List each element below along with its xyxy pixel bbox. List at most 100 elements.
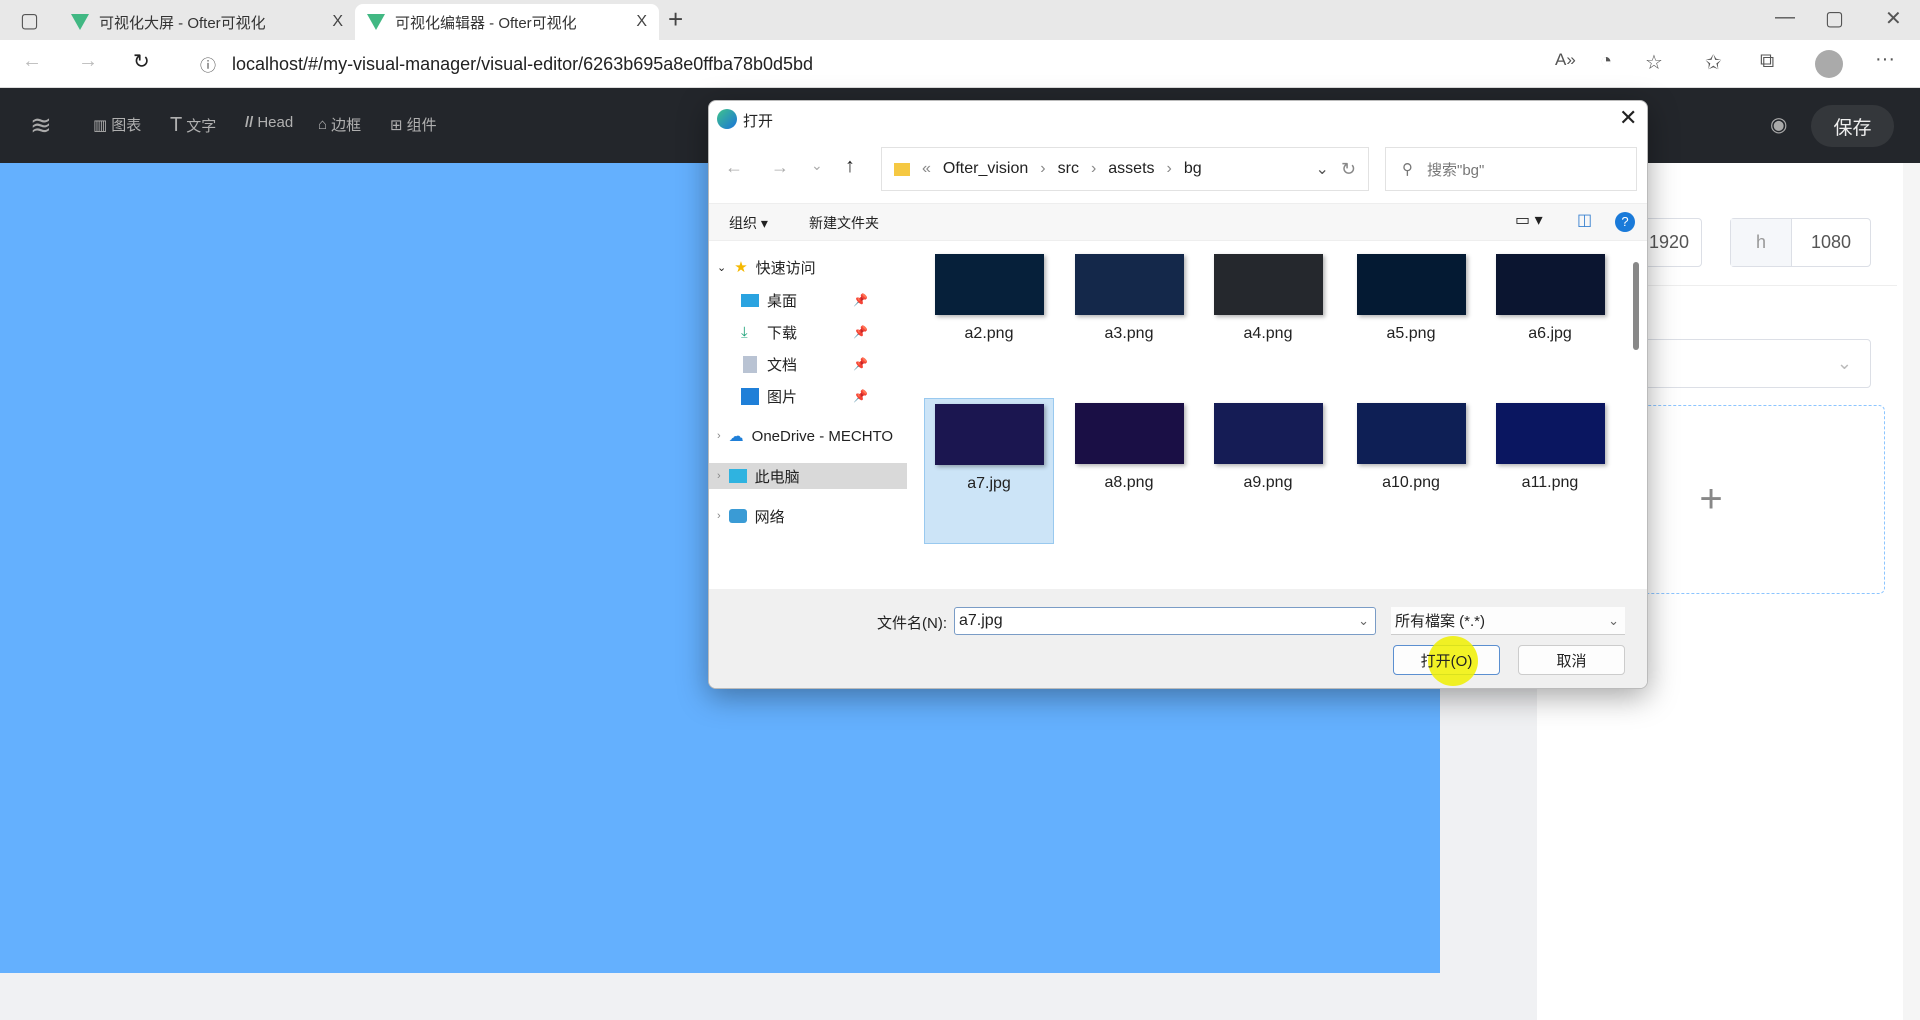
filename-input[interactable]: a7.jpg ⌄	[954, 607, 1376, 635]
toolbar-label: 边框	[331, 117, 362, 134]
favorites-icon[interactable]: ✩	[1705, 50, 1722, 75]
nav-this-pc[interactable]: › 此电脑	[709, 463, 907, 489]
nav-label: 下载	[767, 324, 798, 342]
file-tile[interactable]: a5.png	[1346, 249, 1476, 395]
help-icon[interactable]: ?	[1615, 212, 1635, 232]
toolbar-label: 文字	[186, 118, 217, 135]
minimize-icon[interactable]: —	[1775, 6, 1795, 29]
chevron-down-icon[interactable]: ⌄	[1316, 159, 1329, 179]
toolbar-border[interactable]: ⌂ 边框	[318, 114, 361, 135]
organize-button[interactable]: 组织 ▾	[729, 213, 768, 233]
preview-pane-icon[interactable]: ◫	[1577, 210, 1592, 230]
tab-visual-screen[interactable]: 可视化大屏 - Ofter可视化 X	[59, 4, 355, 40]
read-aloud-icon[interactable]: A»	[1555, 50, 1576, 70]
edge-logo-icon	[717, 109, 737, 129]
nav-network[interactable]: › 网络	[709, 503, 907, 529]
breadcrumb-item[interactable]: Ofter_vision	[943, 160, 1028, 178]
nav-desktop[interactable]: 桌面 📌	[709, 287, 907, 313]
scrollbar[interactable]	[1903, 163, 1920, 1020]
search-icon: ⚲	[1402, 161, 1413, 178]
open-file-dialog: 打开 ✕ ← → ⌄ ↑ « Ofter_vision › src › assets…	[708, 100, 1648, 689]
forward-icon[interactable]: →	[78, 50, 98, 73]
tab-actions-icon[interactable]: ▢	[20, 8, 39, 33]
nav-quick-access[interactable]: ⌄ ★ 快速访问	[709, 254, 907, 280]
file-tile[interactable]: a7.jpg	[924, 398, 1054, 544]
file-thumbnail	[1074, 254, 1184, 315]
close-window-icon[interactable]: ✕	[1885, 6, 1902, 31]
nav-label: 文档	[767, 356, 798, 374]
chevron-down-icon: ⌄	[1836, 353, 1852, 373]
plus-icon: +	[1699, 477, 1723, 521]
filename-value: a7.jpg	[959, 612, 1003, 629]
network-icon	[728, 509, 747, 523]
file-tile[interactable]: a8.png	[1064, 398, 1194, 544]
bar-chart-icon: ▥	[93, 116, 108, 134]
file-tile[interactable]: a10.png	[1346, 398, 1476, 544]
favorite-add-icon[interactable]: ☆	[1645, 50, 1663, 75]
file-name: a3.png	[1104, 325, 1154, 342]
breadcrumb-item[interactable]: assets	[1108, 160, 1154, 178]
file-type-value: 所有檔案 (*.*)	[1395, 613, 1486, 630]
cookie-icon[interactable]: ◔	[1600, 50, 1612, 73]
up-folder-icon[interactable]: ↑	[845, 155, 855, 178]
cancel-button[interactable]: 取消	[1518, 645, 1625, 675]
save-button[interactable]: 保存	[1811, 105, 1894, 147]
file-tile[interactable]: a2.png	[924, 249, 1054, 395]
new-tab-button[interactable]: +	[668, 4, 683, 35]
file-thumbnail	[1356, 403, 1466, 464]
reload-icon[interactable]: ↻	[133, 49, 150, 74]
refresh-icon[interactable]: ↻	[1341, 159, 1356, 180]
nav-label: 快速访问	[755, 259, 816, 277]
file-name: a4.png	[1243, 325, 1293, 342]
forward-icon[interactable]: →	[771, 157, 789, 178]
file-tile[interactable]: a9.png	[1203, 398, 1333, 544]
overflow-icon: «	[922, 160, 931, 177]
toolbar-chart[interactable]: ▥ 图表	[93, 114, 141, 135]
more-icon[interactable]: ···	[1875, 48, 1895, 71]
profile-avatar[interactable]	[1815, 50, 1843, 78]
file-tile[interactable]: a3.png	[1064, 249, 1194, 395]
nav-documents[interactable]: 文档 📌	[709, 351, 907, 377]
close-tab-icon[interactable]: X	[332, 13, 343, 31]
toolbar-component[interactable]: ⊞ 组件	[390, 114, 437, 135]
back-icon[interactable]: ←	[22, 50, 42, 73]
chevron-down-icon[interactable]: ⌄	[1358, 613, 1369, 629]
open-button[interactable]: 打开(O)	[1393, 636, 1500, 686]
layers-icon[interactable]: ≋	[30, 110, 52, 141]
file-tile[interactable]: a6.jpg	[1485, 249, 1615, 395]
cloud-icon: ☁	[728, 428, 744, 445]
breadcrumb[interactable]: « Ofter_vision › src › assets › bg ⌄ ↻	[881, 147, 1369, 191]
collections-icon[interactable]: ⧉	[1760, 50, 1774, 73]
nav-label: OneDrive - MECHTO	[751, 427, 894, 445]
breadcrumb-item[interactable]: src	[1058, 160, 1079, 178]
dialog-close-icon[interactable]: ✕	[1619, 105, 1637, 131]
preview-eye-icon[interactable]: ◉	[1770, 112, 1787, 137]
file-name: a5.png	[1386, 325, 1436, 342]
height-input[interactable]: h 1080	[1730, 218, 1871, 267]
file-name: a6.jpg	[1528, 325, 1572, 342]
recent-dropdown-icon[interactable]: ⌄	[811, 157, 823, 174]
toolbar-text[interactable]: T 文字	[170, 114, 216, 137]
breadcrumb-item[interactable]: bg	[1184, 160, 1202, 178]
tab-title: 可视化大屏 - Ofter可视化	[99, 14, 266, 32]
back-icon[interactable]: ←	[725, 157, 743, 178]
file-type-select[interactable]: 所有檔案 (*.*) ⌄	[1391, 607, 1625, 635]
toolbar-head[interactable]: //Head	[245, 114, 293, 131]
view-options-icon[interactable]: ▭ ▾	[1515, 210, 1543, 230]
file-name: a10.png	[1382, 474, 1440, 491]
nav-onedrive[interactable]: › ☁ OneDrive - MECHTO	[709, 423, 907, 449]
search-input[interactable]: ⚲ 搜索"bg"	[1385, 147, 1637, 191]
maximize-icon[interactable]: ▢	[1825, 6, 1844, 31]
file-tile[interactable]: a11.png	[1485, 398, 1615, 544]
scrollbar-thumb[interactable]	[1633, 262, 1639, 350]
file-thumbnail	[934, 254, 1044, 315]
close-tab-icon[interactable]: X	[636, 13, 647, 31]
nav-downloads[interactable]: ⤓ 下载 📌	[709, 319, 907, 345]
toolbar-label: 图表	[111, 117, 142, 134]
url-field[interactable]: ⓘ localhost/#/my-visual-manager/visual-e…	[180, 46, 1520, 82]
file-tile[interactable]: a4.png	[1203, 249, 1333, 395]
nav-pictures[interactable]: 图片 📌	[709, 383, 907, 409]
new-folder-button[interactable]: 新建文件夹	[809, 213, 879, 233]
file-name: a2.png	[964, 325, 1014, 342]
tab-visual-editor[interactable]: 可视化编辑器 - Ofter可视化 X	[355, 4, 659, 40]
